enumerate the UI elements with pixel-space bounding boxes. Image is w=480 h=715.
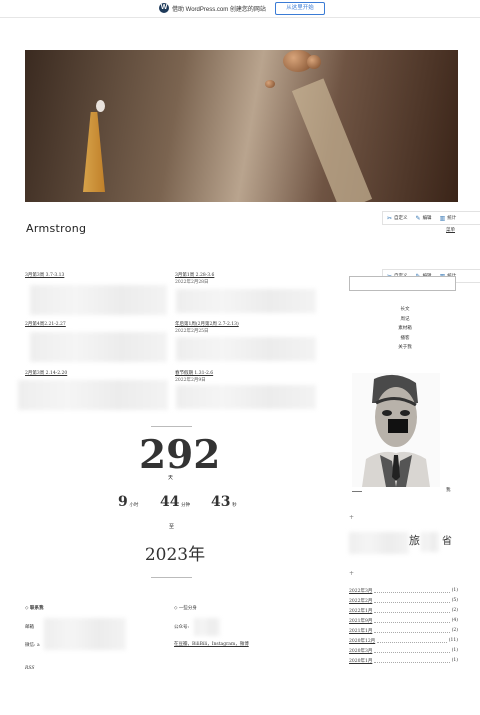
countdown-seconds: 43 xyxy=(211,494,231,510)
portrait-sketch xyxy=(362,374,430,487)
contact-heading: ◇ 联系我 xyxy=(25,606,44,611)
pencil-icon: ✎ xyxy=(415,215,421,222)
archive-row[interactable]: 2021年9月 (4) xyxy=(349,618,458,624)
travel-text: 旅 xyxy=(409,534,420,547)
post-excerpt xyxy=(176,385,316,409)
post-date: 2022年2月25日 xyxy=(175,329,209,334)
customize-button[interactable]: ✂自定义 xyxy=(383,215,412,222)
post-item: 2月第3周 2.14-2.20 xyxy=(25,370,67,376)
sphere-shape xyxy=(265,80,275,88)
site-title[interactable]: Armstrong xyxy=(26,222,86,235)
wrench-icon: ✂ xyxy=(387,215,393,222)
countdown-seconds-group: 43 秒 xyxy=(211,494,237,510)
nav-item-about[interactable]: 关于我 xyxy=(395,343,415,353)
archive-row[interactable]: 2020年1月 (1) xyxy=(349,658,458,664)
countdown-target-year: 2023年 xyxy=(144,545,206,565)
contact-details-blurred xyxy=(44,618,126,650)
nav-item-weekly[interactable]: 周记 xyxy=(395,315,415,325)
post-excerpt xyxy=(176,289,316,313)
countdown-minutes-group: 44 分钟 xyxy=(160,494,190,510)
social-links[interactable]: 在豆瓣，BiliBili，Instagram，微博 xyxy=(174,641,249,647)
header-edit-toolbar: ✂ 自定义 ✎ 编辑 ▥ 统计 xyxy=(382,211,480,225)
official-account-blurred xyxy=(194,618,220,636)
post-title-link[interactable]: 年后第1周(2月第2周 2.7-2.13) xyxy=(175,321,239,327)
portrait-caption: 我 xyxy=(446,488,451,493)
post-item: 3月第3周 3.7-3.13 xyxy=(25,272,64,278)
post-excerpt xyxy=(30,332,167,362)
countdown-hours: 9 xyxy=(118,494,128,510)
figure-head xyxy=(96,100,105,112)
sidebar-nav: 长文 周记 素材箱 播客 关于我 xyxy=(395,305,415,353)
countdown-minutes-unit: 分钟 xyxy=(181,503,191,508)
header-image xyxy=(25,50,458,202)
widget-expand-icon[interactable]: + xyxy=(349,570,354,577)
post-title-link[interactable]: 2月第4周2.21-2.27 xyxy=(25,321,66,327)
travel-widget-blurred xyxy=(349,532,409,554)
nav-item-podcast[interactable]: 播客 xyxy=(395,334,415,344)
post-item: 2月第4周2.21-2.27 xyxy=(25,321,66,327)
divider xyxy=(151,577,192,578)
stats-button[interactable]: ▥统计 xyxy=(436,215,461,222)
countdown-to-label: 至 xyxy=(169,524,175,530)
countdown-minutes: 44 xyxy=(160,494,180,510)
light-beam xyxy=(291,78,373,202)
post-item: 年后第1周(2月第2周 2.7-2.13) 2022年2月25日 xyxy=(175,321,239,334)
post-item: 春节假期 1.31-2.6 2022年2月9日 xyxy=(175,370,213,383)
post-title-link[interactable]: 3月第3周 3.7-3.13 xyxy=(25,272,64,278)
contact-email-label: 邮箱 xyxy=(25,625,34,630)
travel-text-2: 省 xyxy=(442,536,452,547)
post-excerpt xyxy=(18,380,168,410)
archive-row[interactable]: 2022年2月 (5) xyxy=(349,598,458,604)
wordpress-logo-icon[interactable]: W xyxy=(159,3,169,13)
start-here-button[interactable]: 从这里开始 xyxy=(275,2,325,15)
figure-gown xyxy=(83,112,105,192)
countdown-hours-unit: 小时 xyxy=(129,503,139,508)
countdown-days: 292 xyxy=(139,432,221,478)
contact-wechat: 微信: a xyxy=(25,643,40,648)
travel-widget-blurred xyxy=(421,532,439,552)
archive-row[interactable]: 2020年3月 (1) xyxy=(349,648,458,654)
official-account-label: 公众号: xyxy=(174,625,190,630)
menu-link[interactable]: 菜单 xyxy=(446,227,455,233)
archive-row[interactable]: 2022年1月 (2) xyxy=(349,608,458,614)
post-date: 2022年2月28日 xyxy=(175,280,209,285)
countdown-seconds-unit: 秒 xyxy=(232,503,237,508)
post-date: 2022年2月9日 xyxy=(175,378,206,383)
wordpress-promo-text[interactable]: 借助 WordPress.com 创建您的网站 xyxy=(172,4,266,13)
search-input[interactable] xyxy=(349,276,456,291)
divider xyxy=(151,426,192,427)
rss-link[interactable]: RSS xyxy=(25,666,34,671)
countdown-days-unit: 天 xyxy=(168,475,174,481)
wordpress-bar: W 借助 WordPress.com 创建您的网站 从这里开始 xyxy=(0,0,480,18)
follow-heading: ◇ 一些分身 xyxy=(174,606,197,611)
archive-row[interactable]: 2021年1月 (2) xyxy=(349,628,458,634)
nav-item-materials[interactable]: 素材箱 xyxy=(395,324,415,334)
bar-chart-icon: ▥ xyxy=(439,215,446,222)
archive-row[interactable]: 2020年12月 (11) xyxy=(349,638,458,644)
edit-button[interactable]: ✎编辑 xyxy=(412,215,436,222)
widget-expand-icon[interactable]: + xyxy=(349,514,354,521)
post-title-link[interactable]: 春节假期 1.31-2.6 xyxy=(175,370,213,376)
countdown-hours-group: 9 小时 xyxy=(118,494,138,510)
post-item: 3月第1周 2.28-3.6 2022年2月28日 xyxy=(175,272,214,285)
post-excerpt xyxy=(30,285,167,315)
post-title-link[interactable]: 3月第1周 2.28-3.6 xyxy=(175,272,214,278)
post-title-link[interactable]: 2月第3周 2.14-2.20 xyxy=(25,370,67,376)
nav-item-longform[interactable]: 长文 xyxy=(395,305,415,315)
post-excerpt xyxy=(176,337,316,361)
caption-line xyxy=(352,491,362,492)
archive-row[interactable]: 2022年3月 (1) xyxy=(349,588,458,594)
portrait-image xyxy=(352,373,440,487)
sphere-shape xyxy=(307,55,321,69)
